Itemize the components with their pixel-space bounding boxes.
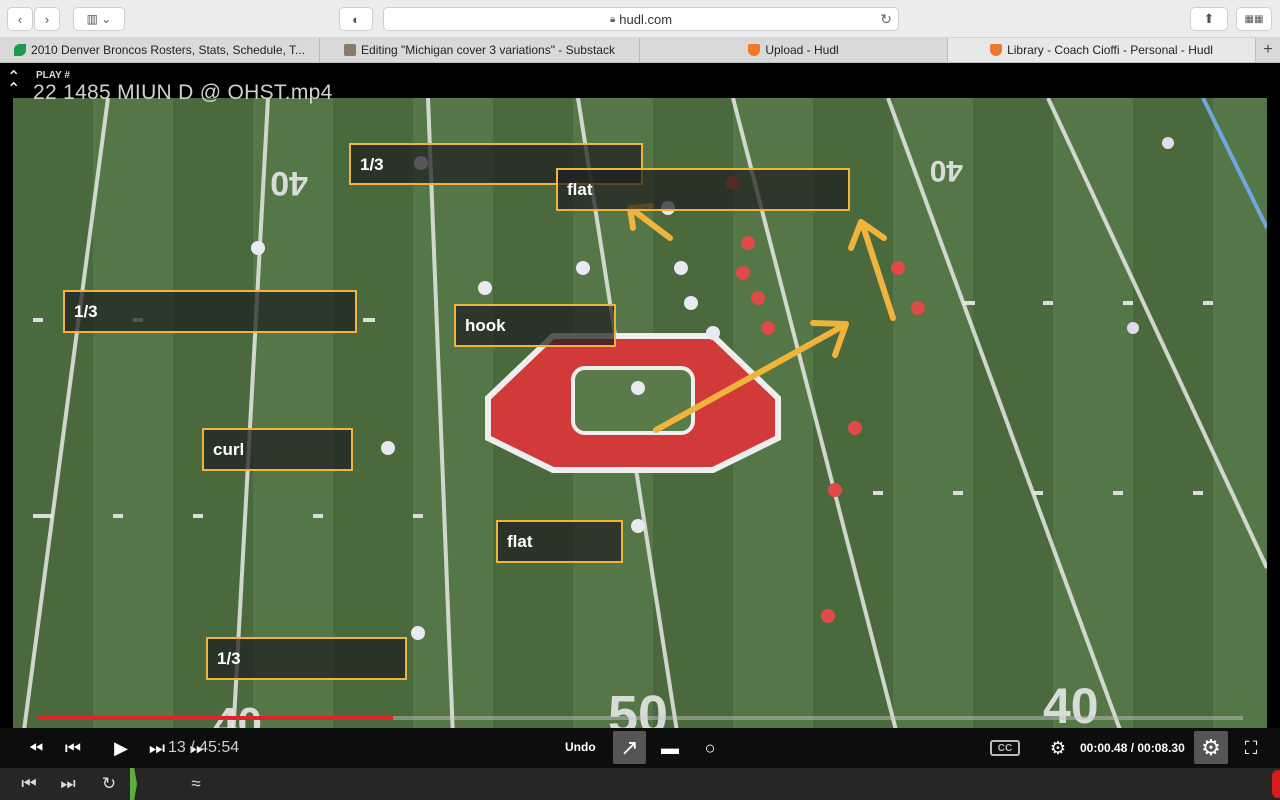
telestrate-button[interactable]: ≈: [183, 772, 209, 796]
zone-label: curl: [213, 440, 245, 459]
reload-icon[interactable]: ↻: [880, 11, 892, 28]
tab-label: Upload - Hudl: [765, 43, 839, 57]
shield-icon: ◐: [352, 11, 360, 27]
video-title: 22 1485 MIUN D @ OHST.mp4: [33, 81, 333, 104]
skip-back-icon: ⏮︎: [21, 774, 37, 793]
player-controls: ⏪︎ ⏮︎ ▶︎ ⏭︎ ⏩︎ 13 / 45:54 Undo ↗︎ ▬ ○ CC…: [0, 728, 1280, 768]
video-frame[interactable]: 40 40 50 40 40 1/3 flat 1/3 hook curl fl…: [13, 98, 1267, 738]
red-indicator: [1272, 770, 1280, 798]
play-icon: ▶︎: [114, 737, 128, 758]
cc-label: CC: [997, 742, 1013, 754]
field-number: 40: [1043, 678, 1099, 734]
closed-captions-button[interactable]: CC: [990, 740, 1020, 756]
browser-toolbar: ‹ › ▥ ⌄ ◐ 🔒︎ hudl.com ↻ ⬆︎ ▦▦: [0, 0, 1280, 38]
share-icon: ⬆︎: [1203, 11, 1215, 26]
zone-flat-top[interactable]: flat: [556, 168, 850, 211]
address-bar[interactable]: 🔒︎ hudl.com ↻: [383, 7, 899, 31]
forward-button[interactable]: ›: [34, 7, 60, 31]
circle-tool-icon: ○: [704, 737, 716, 758]
next-clip-button[interactable]: ⏭︎: [55, 772, 81, 796]
gear-icon: ⚙︎: [1201, 734, 1221, 760]
tab-broncos[interactable]: 2010 Denver Broncos Rosters, Stats, Sche…: [0, 38, 320, 62]
zone-label: flat: [567, 180, 593, 199]
circle-tool-button[interactable]: ○: [699, 736, 721, 760]
arrow-tool-icon: ↗︎: [620, 734, 639, 760]
privacy-shield-button[interactable]: ◐: [339, 7, 373, 31]
chevron-right-icon: ›: [44, 11, 50, 27]
zone-flat-bottom[interactable]: flat: [496, 520, 623, 563]
rewind-icon: ⏪︎: [28, 737, 44, 758]
hudl-favicon-icon: [748, 44, 761, 56]
progress-bar[interactable]: [37, 716, 1243, 720]
zone-curl[interactable]: curl: [202, 428, 353, 471]
collapse-icon[interactable]: ⌃ ⌃: [7, 70, 20, 98]
tab-substack[interactable]: Editing "Michigan cover 3 variations" - …: [320, 38, 640, 62]
new-tab-button[interactable]: +: [1256, 38, 1280, 62]
chevron-left-icon: ‹: [17, 11, 23, 27]
tab-label: 2010 Denver Broncos Rosters, Stats, Sche…: [31, 43, 305, 57]
step-back-icon: ⏮︎: [64, 737, 82, 758]
zigzag-icon: ≈: [191, 774, 201, 793]
zone-deep-third-middle[interactable]: 1/3: [63, 290, 357, 333]
zone-label: 1/3: [74, 302, 98, 321]
substack-favicon-icon: [344, 44, 357, 56]
fullscreen-button[interactable]: ⛶︎: [1238, 736, 1264, 760]
rewind-button[interactable]: ⏪︎: [22, 736, 50, 760]
playback-time: 00:00.48 / 00:08.30: [1080, 741, 1185, 755]
sidebar-icon: ▥ ⌄: [86, 12, 112, 26]
tab-upload-hudl[interactable]: Upload - Hudl: [640, 38, 948, 62]
field-number: 40: [270, 164, 308, 202]
tab-label: Editing "Michigan cover 3 variations" - …: [361, 43, 615, 57]
settings-button[interactable]: ⚙︎: [1045, 736, 1071, 760]
undo-button[interactable]: Undo: [565, 740, 596, 754]
field-number: 40: [930, 154, 963, 187]
plus-icon: +: [1263, 41, 1273, 58]
zone-label: 1/3: [360, 155, 384, 174]
zone-label: hook: [465, 316, 506, 335]
sidebar-button[interactable]: ▥ ⌄: [73, 7, 125, 31]
lock-icon: 🔒︎: [609, 13, 616, 25]
next-frame-button[interactable]: ⏭︎: [146, 736, 168, 760]
loop-button[interactable]: ↻: [96, 772, 122, 796]
broncos-favicon-icon: [14, 44, 27, 56]
gear-icon: ⚙︎: [1049, 737, 1067, 758]
step-forward-icon: ⏭︎: [148, 737, 166, 758]
clip-time: 13 / 45:54: [168, 739, 240, 756]
progress-fill: [37, 716, 393, 720]
hudl-favicon-icon: [990, 44, 1003, 56]
clip-marker: [130, 768, 137, 800]
video-player: 40 40 50 40 40 1/3 flat 1/3 hook curl fl…: [0, 63, 1280, 768]
refresh-icon: ↻: [101, 774, 117, 793]
zone-deep-third-bottom[interactable]: 1/3: [206, 637, 407, 680]
zone-label: 1/3: [217, 649, 241, 668]
previous-frame-button[interactable]: ⏮︎: [60, 736, 86, 760]
back-button[interactable]: ‹: [7, 7, 33, 31]
address-text: hudl.com: [619, 11, 673, 27]
zone-label: flat: [507, 532, 533, 551]
tab-label: Library - Coach Cioffi - Personal - Hudl: [1007, 43, 1213, 57]
grid-button[interactable]: ▦▦: [1236, 7, 1272, 31]
tab-bar: 2010 Denver Broncos Rosters, Stats, Sche…: [0, 38, 1280, 63]
display-settings-button[interactable]: ⚙︎: [1194, 731, 1228, 764]
grid-icon: ▦▦: [1244, 13, 1264, 25]
comment-tool-button[interactable]: ▬: [659, 736, 681, 760]
bottom-toolbar: ⏮︎ ⏭︎ ↻ ≈: [0, 768, 1280, 800]
fullscreen-icon: ⛶︎: [1244, 737, 1258, 758]
skip-forward-icon: ⏭︎: [60, 774, 76, 793]
share-button[interactable]: ⬆︎: [1190, 7, 1228, 31]
play-button[interactable]: ▶︎: [106, 736, 136, 760]
comment-icon: ▬: [661, 737, 679, 758]
arrow-tool-button[interactable]: ↗︎: [613, 731, 646, 764]
previous-clip-button[interactable]: ⏮︎: [16, 772, 42, 796]
zone-hook[interactable]: hook: [454, 304, 616, 347]
play-number-label: PLAY #: [36, 70, 70, 81]
tab-library-hudl[interactable]: Library - Coach Cioffi - Personal - Hudl: [948, 38, 1256, 62]
